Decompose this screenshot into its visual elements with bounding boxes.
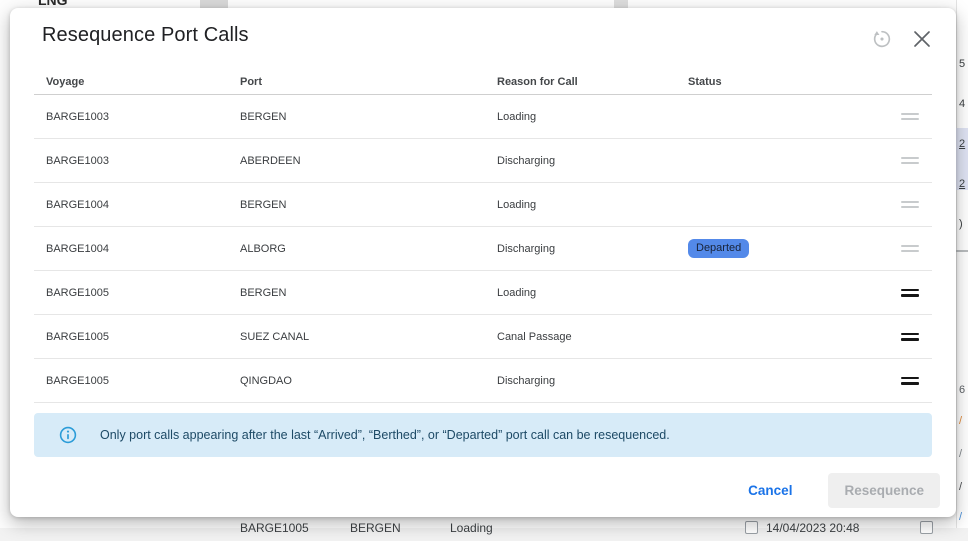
background-text-fragment: 6 xyxy=(959,384,965,396)
voyage-cell: BARGE1005 xyxy=(46,331,240,343)
table-row[interactable]: BARGE1005BERGENLoading xyxy=(34,271,932,315)
table-row: BARGE1004BERGENLoading xyxy=(34,183,932,227)
background-text-fragment: / xyxy=(959,481,962,493)
background-date-fragment: 14/04/2023 20:48 xyxy=(766,521,859,535)
status-badge: Departed xyxy=(688,239,749,258)
cancel-button[interactable]: Cancel xyxy=(738,475,802,506)
reason-cell: Canal Passage xyxy=(497,331,688,343)
reason-cell: Loading xyxy=(497,199,688,211)
table-header-row: Voyage Port Reason for Call Status xyxy=(34,69,932,95)
background-text-fragment: 4 xyxy=(959,98,965,110)
voyage-cell: BARGE1004 xyxy=(46,243,240,255)
drag-handle-icon[interactable] xyxy=(901,289,919,297)
dialog-header: Resequence Port Calls xyxy=(10,8,956,51)
info-banner: Only port calls appearing after the last… xyxy=(34,413,932,457)
voyage-cell: BARGE1005 xyxy=(46,375,240,387)
drag-handle-icon xyxy=(901,201,919,208)
info-banner-text: Only port calls appearing after the last… xyxy=(100,428,670,442)
table-row[interactable]: BARGE1005SUEZ CANALCanal Passage xyxy=(34,315,932,359)
background-reason-fragment: Loading xyxy=(450,521,493,535)
voyage-cell: BARGE1004 xyxy=(46,199,240,211)
reason-cell: Discharging xyxy=(497,155,688,167)
drag-handle-icon xyxy=(901,157,919,164)
background-table-row: BARGE1005 BERGEN Loading 14/04/2023 20:4… xyxy=(0,521,968,541)
close-button[interactable] xyxy=(910,27,934,51)
reason-cell: Loading xyxy=(497,111,688,123)
dialog-title: Resequence Port Calls xyxy=(42,24,870,47)
resequence-button[interactable]: Resequence xyxy=(828,473,940,508)
background-block xyxy=(614,0,628,8)
drag-handle-icon xyxy=(901,113,919,120)
drag-handle-icon xyxy=(901,245,919,252)
port-calls-rows: BARGE1003BERGENLoadingBARGE1003ABERDEEND… xyxy=(34,95,932,403)
info-icon xyxy=(58,425,78,445)
background-text-fragment: 2 xyxy=(959,178,965,190)
background-block xyxy=(200,0,228,8)
drag-handle-icon[interactable] xyxy=(901,333,919,341)
port-cell: BERGEN xyxy=(240,111,497,123)
voyage-cell: BARGE1005 xyxy=(46,287,240,299)
column-header-port: Port xyxy=(240,76,497,88)
background-port-fragment: BERGEN xyxy=(350,521,401,535)
column-header-status: Status xyxy=(688,76,888,88)
port-calls-table: Voyage Port Reason for Call Status BARGE… xyxy=(34,69,932,403)
background-text-fragment: / xyxy=(959,415,962,427)
close-icon xyxy=(913,30,931,48)
reason-cell: Discharging xyxy=(497,243,688,255)
table-row: BARGE1003ABERDEENDischarging xyxy=(34,139,932,183)
voyage-cell: BARGE1003 xyxy=(46,155,240,167)
dialog-footer: Cancel Resequence xyxy=(10,469,956,517)
port-cell: ABERDEEN xyxy=(240,155,497,167)
restore-history-button[interactable] xyxy=(870,27,894,51)
background-top-fragment: LNG xyxy=(38,0,68,8)
background-text-fragment: 5 xyxy=(959,58,965,70)
background-right-edge: 5422)6//// xyxy=(956,0,968,528)
port-cell: ALBORG xyxy=(240,243,497,255)
background-voyage-fragment: BARGE1005 xyxy=(240,521,309,535)
port-cell: BERGEN xyxy=(240,287,497,299)
table-row: BARGE1004ALBORGDischargingDeparted xyxy=(34,227,932,271)
port-cell: SUEZ CANAL xyxy=(240,331,497,343)
status-cell: Departed xyxy=(688,239,888,258)
column-header-voyage: Voyage xyxy=(46,76,240,88)
reason-cell: Loading xyxy=(497,287,688,299)
port-cell: QINGDAO xyxy=(240,375,497,387)
background-divider xyxy=(956,250,968,252)
table-row: BARGE1003BERGENLoading xyxy=(34,95,932,139)
restore-history-icon xyxy=(871,28,893,50)
table-row[interactable]: BARGE1005QINGDAODischarging xyxy=(34,359,932,403)
drag-handle-icon[interactable] xyxy=(901,377,919,385)
resequence-port-calls-dialog: Resequence Port Calls Voyage Port Reason… xyxy=(10,8,956,517)
reason-cell: Discharging xyxy=(497,375,688,387)
port-cell: BERGEN xyxy=(240,199,497,211)
background-text-fragment: / xyxy=(959,448,962,460)
voyage-cell: BARGE1003 xyxy=(46,111,240,123)
background-text-fragment: 2 xyxy=(959,138,965,150)
background-text-fragment: ) xyxy=(959,218,963,230)
column-header-reason: Reason for Call xyxy=(497,76,688,88)
